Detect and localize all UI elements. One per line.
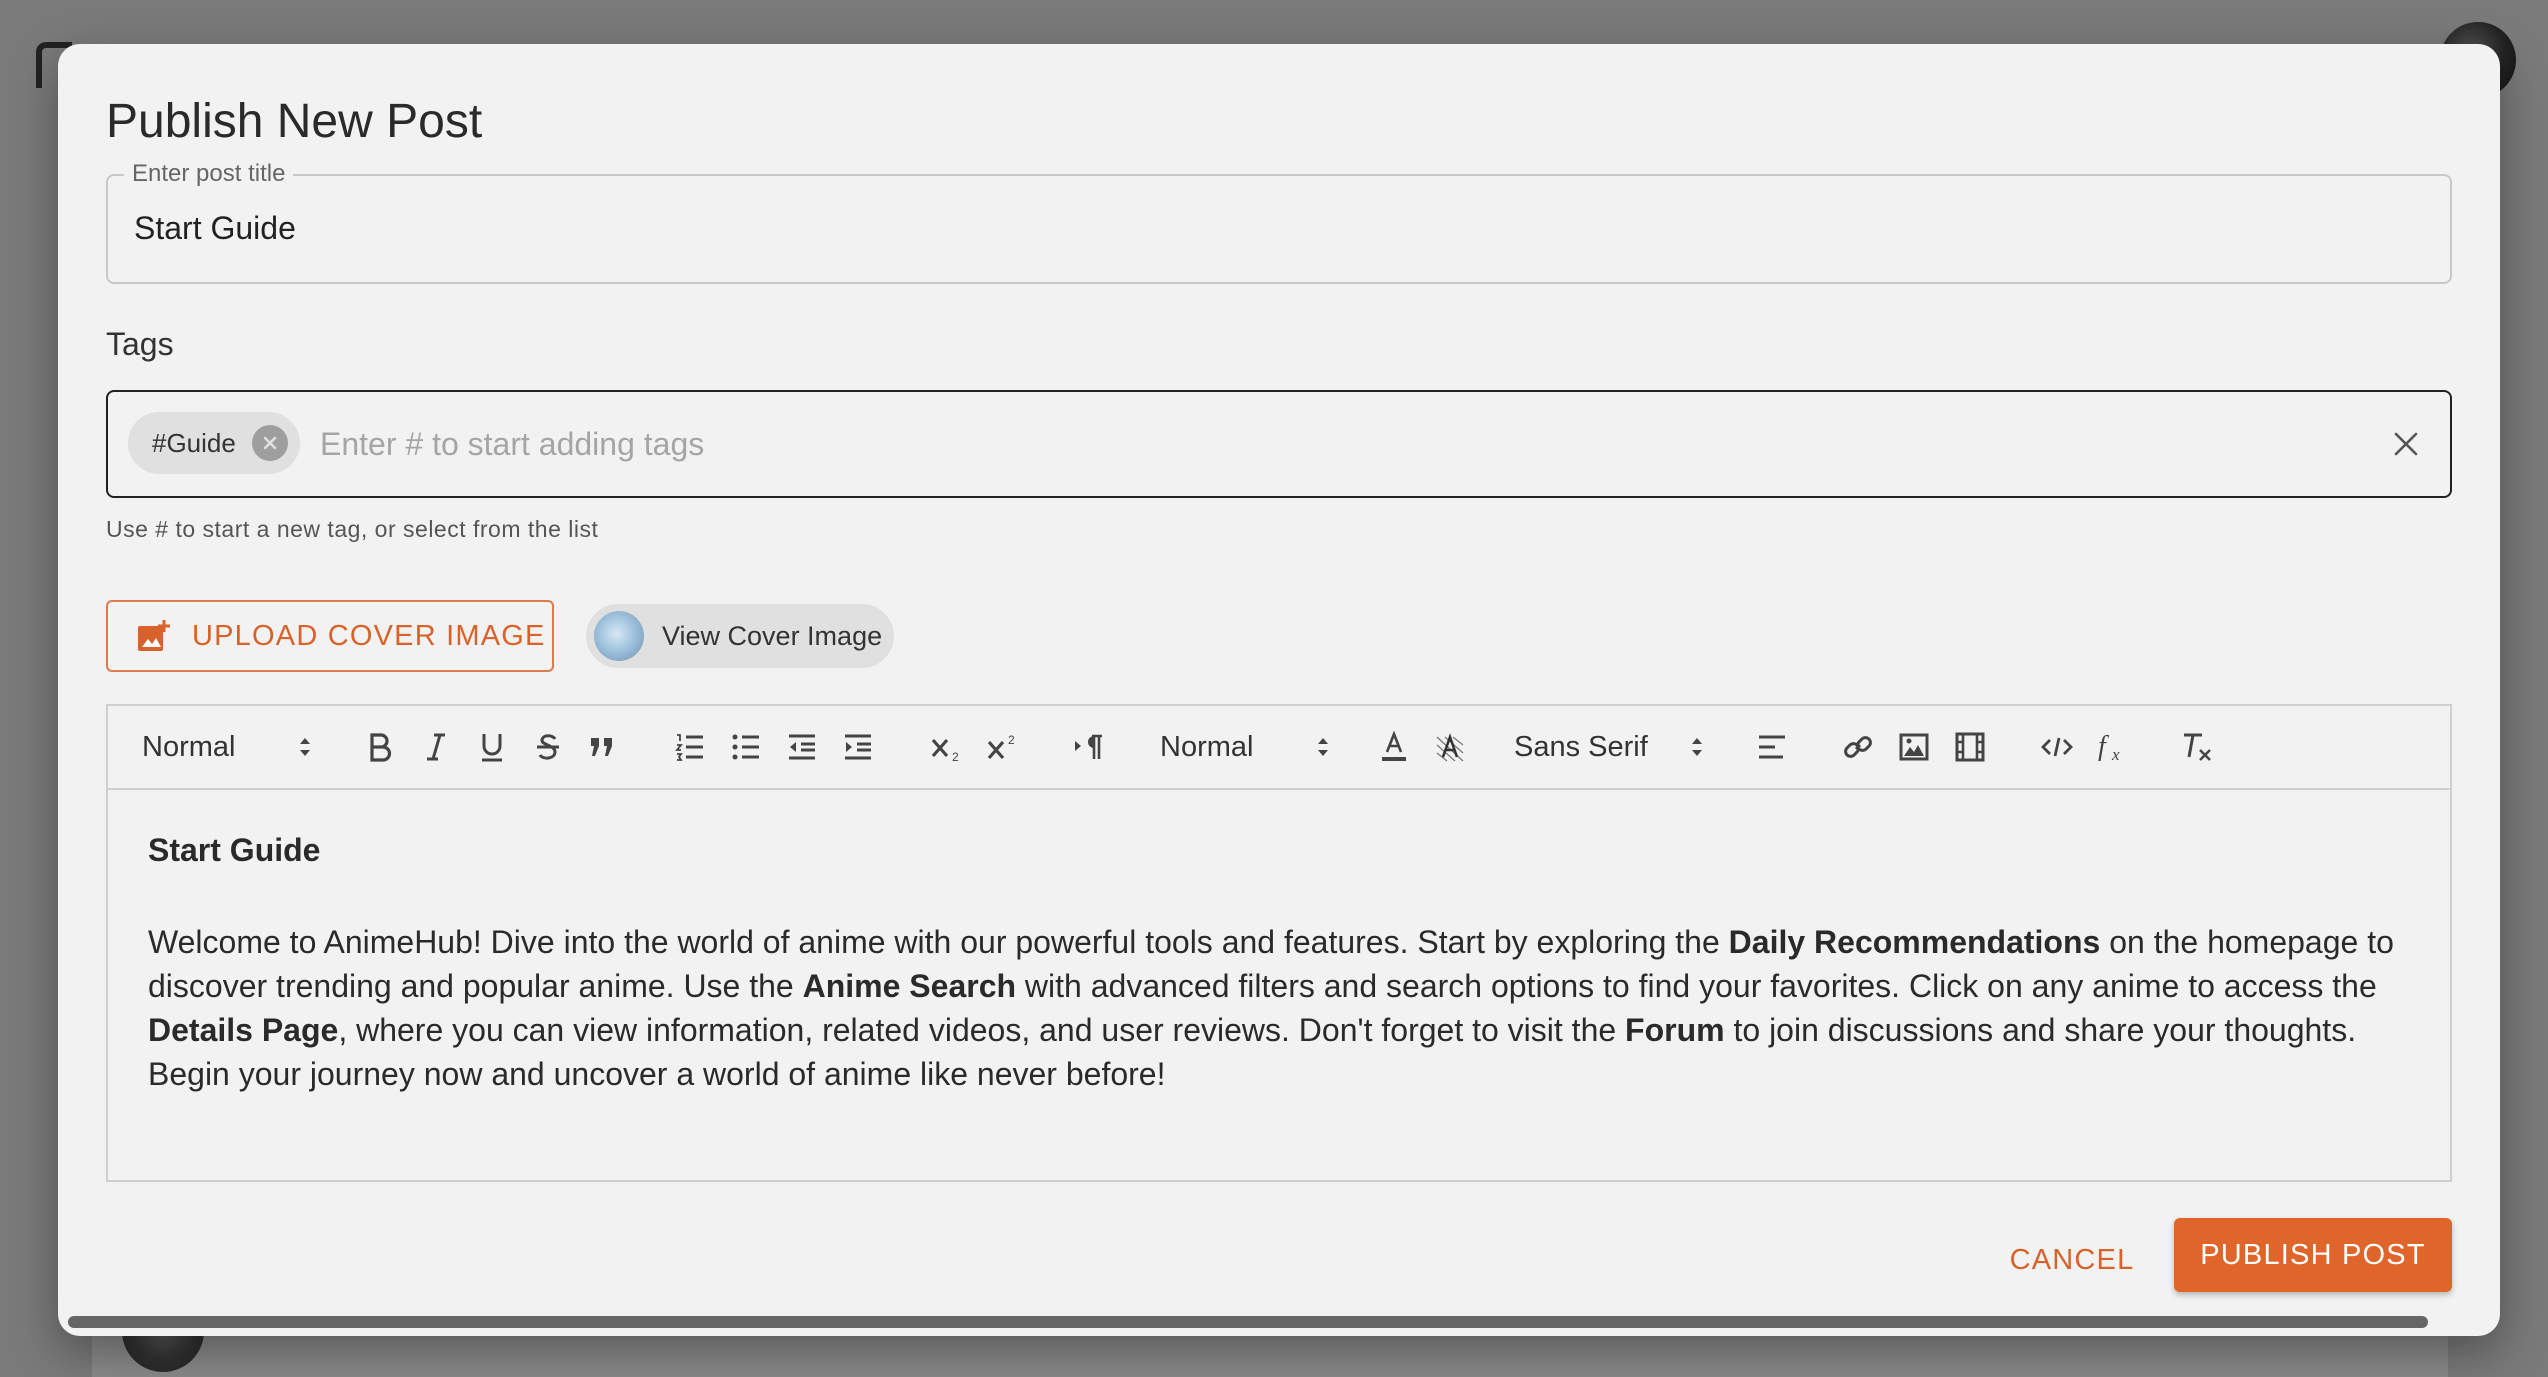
tags-input-field[interactable]: #Guide Enter # to start adding tags: [106, 390, 2452, 498]
dialog-title: Publish New Post: [106, 95, 483, 148]
content-paragraph: Welcome to AnimeHub! Dive into the world…: [148, 924, 2394, 1092]
font-select-value: Sans Serif: [1514, 730, 1648, 763]
remove-tag-icon[interactable]: [251, 425, 288, 461]
bold-details-page: Details Page: [148, 1012, 339, 1048]
link-icon[interactable]: [1838, 706, 1878, 788]
select-arrows-icon: [1318, 738, 1328, 756]
cover-image-thumbnail: [594, 611, 644, 661]
svg-text:x: x: [2111, 745, 2120, 763]
publish-post-button[interactable]: PUBLISH POST: [2174, 1218, 2452, 1292]
post-title-input[interactable]: Start Guide: [134, 210, 296, 247]
tag-chip-label: #Guide: [152, 427, 236, 458]
svg-text:2: 2: [952, 750, 959, 762]
bold-icon[interactable]: [360, 706, 400, 788]
size-select-value: Normal: [1160, 730, 1254, 763]
blockquote-icon[interactable]: [582, 706, 622, 788]
header-select[interactable]: Normal: [142, 706, 312, 788]
upload-cover-image-button[interactable]: UPLOAD COVER IMAGE: [106, 600, 554, 672]
bold-forum: Forum: [1625, 1012, 1725, 1048]
tags-label: Tags: [106, 326, 174, 362]
background-color-icon[interactable]: [1430, 706, 1470, 788]
horizontal-scrollbar[interactable]: [68, 1316, 2428, 1328]
rich-text-editor: Normal 2 2 Normal Sans Serif f x Start G…: [106, 704, 2452, 1182]
post-title-field[interactable]: Enter post title Start Guide: [106, 160, 2452, 284]
clear-tags-icon[interactable]: [2386, 424, 2426, 464]
view-cover-image-label: View Cover Image: [662, 620, 883, 651]
outdent-icon[interactable]: [782, 706, 822, 788]
view-cover-image-chip[interactable]: View Cover Image: [586, 604, 894, 668]
editor-content[interactable]: Start Guide Welcome to AnimeHub! Dive in…: [148, 828, 2410, 1096]
tag-chip[interactable]: #Guide: [128, 412, 300, 474]
upload-cover-image-label: UPLOAD COVER IMAGE: [192, 619, 546, 652]
tags-input[interactable]: Enter # to start adding tags: [320, 426, 704, 463]
bold-anime-search: Anime Search: [802, 968, 1017, 1004]
tags-helper-text: Use # to start a new tag, or select from…: [106, 516, 599, 542]
italic-icon[interactable]: [416, 706, 456, 788]
align-icon[interactable]: [1752, 706, 1792, 788]
svg-text:2: 2: [1008, 733, 1015, 747]
cancel-button[interactable]: CANCEL: [2002, 1224, 2142, 1296]
content-heading: Start Guide: [148, 832, 321, 868]
size-select[interactable]: Normal: [1160, 706, 1330, 788]
select-arrows-icon: [1692, 738, 1702, 756]
text-color-icon[interactable]: [1374, 706, 1414, 788]
strike-icon[interactable]: [528, 706, 568, 788]
subscript-icon[interactable]: 2: [926, 706, 968, 788]
publish-post-dialog: Publish New Post Enter post title Start …: [58, 44, 2500, 1336]
post-title-label: Enter post title: [124, 160, 294, 188]
indent-icon[interactable]: [838, 706, 878, 788]
editor-toolbar: Normal 2 2 Normal Sans Serif f x: [108, 706, 2450, 790]
formula-icon[interactable]: fx: [2092, 706, 2134, 788]
bullet-list-icon[interactable]: [726, 706, 766, 788]
superscript-icon[interactable]: 2: [982, 706, 1024, 788]
select-arrows-icon: [300, 738, 310, 756]
svg-text:f: f: [2098, 731, 2109, 762]
text-direction-icon[interactable]: [1068, 706, 1110, 788]
image-icon[interactable]: [1894, 706, 1934, 788]
bold-daily-recommendations: Daily Recommendations: [1728, 924, 2101, 960]
underline-icon[interactable]: [472, 706, 512, 788]
video-icon[interactable]: [1950, 706, 1990, 788]
clear-format-icon[interactable]: [2176, 706, 2218, 788]
ordered-list-icon[interactable]: [670, 706, 710, 788]
add-photo-icon: [136, 619, 170, 653]
code-block-icon[interactable]: [2036, 706, 2078, 788]
font-select[interactable]: Sans Serif: [1514, 706, 1704, 788]
header-select-value: Normal: [142, 730, 236, 763]
